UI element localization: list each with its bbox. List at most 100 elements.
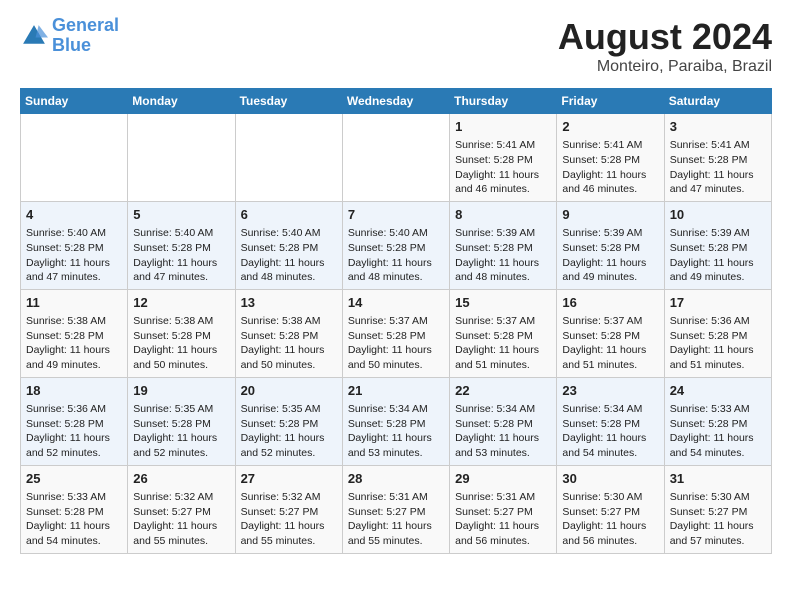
day-info: Sunrise: 5:41 AM xyxy=(455,138,551,153)
day-info: and 52 minutes. xyxy=(241,446,337,461)
calendar-cell: 26Sunrise: 5:32 AMSunset: 5:27 PMDayligh… xyxy=(128,465,235,553)
day-info: Sunset: 5:28 PM xyxy=(670,241,766,256)
day-number: 16 xyxy=(562,294,658,312)
day-info: and 48 minutes. xyxy=(241,270,337,285)
day-info: Daylight: 11 hours xyxy=(241,519,337,534)
calendar-cell: 15Sunrise: 5:37 AMSunset: 5:28 PMDayligh… xyxy=(450,289,557,377)
day-info: Daylight: 11 hours xyxy=(562,256,658,271)
day-info: Daylight: 11 hours xyxy=(26,256,122,271)
day-info: Daylight: 11 hours xyxy=(348,256,444,271)
day-info: Sunset: 5:27 PM xyxy=(348,505,444,520)
day-info: Daylight: 11 hours xyxy=(241,256,337,271)
day-info: Daylight: 11 hours xyxy=(455,256,551,271)
calendar-cell: 4Sunrise: 5:40 AMSunset: 5:28 PMDaylight… xyxy=(21,201,128,289)
day-info: Sunrise: 5:37 AM xyxy=(348,314,444,329)
calendar-cell xyxy=(21,114,128,202)
weekday-header-monday: Monday xyxy=(128,89,235,114)
day-info: Sunrise: 5:36 AM xyxy=(670,314,766,329)
day-info: Daylight: 11 hours xyxy=(348,519,444,534)
day-info: and 51 minutes. xyxy=(455,358,551,373)
calendar-cell: 22 Sunrise: 5:34 AMSunset: 5:28 PMDayligh… xyxy=(450,377,557,465)
day-info: Daylight: 11 hours xyxy=(133,256,229,271)
day-info: and 55 minutes. xyxy=(348,534,444,549)
day-info: and 54 minutes. xyxy=(670,446,766,461)
day-number: 8 xyxy=(455,206,551,224)
day-number: 10 xyxy=(670,206,766,224)
day-info: Sunset: 5:28 PM xyxy=(670,417,766,432)
day-info: Sunset: 5:28 PM xyxy=(455,417,551,432)
day-info: Sunrise: 5:39 AM xyxy=(562,226,658,241)
week-row: 1Sunrise: 5:41 AMSunset: 5:28 PMDaylight… xyxy=(21,114,772,202)
day-info: and 52 minutes. xyxy=(133,446,229,461)
day-number: 7 xyxy=(348,206,444,224)
day-info: Sunset: 5:28 PM xyxy=(670,153,766,168)
day-info: and 51 minutes. xyxy=(670,358,766,373)
day-number: 31 xyxy=(670,470,766,488)
day-info: Sunset: 5:28 PM xyxy=(241,329,337,344)
day-number: 11 xyxy=(26,294,122,312)
day-info: Sunset: 5:28 PM xyxy=(455,241,551,256)
day-number: 3 xyxy=(670,118,766,136)
day-info: Sunrise: 5:41 AM xyxy=(670,138,766,153)
day-info: Daylight: 11 hours xyxy=(562,343,658,358)
day-info: Sunset: 5:28 PM xyxy=(241,417,337,432)
day-number: 25 xyxy=(26,470,122,488)
calendar-cell: 29Sunrise: 5:31 AMSunset: 5:27 PMDayligh… xyxy=(450,465,557,553)
day-info: Sunrise: 5:33 AM xyxy=(670,402,766,417)
day-info: Daylight: 11 hours xyxy=(670,519,766,534)
day-info: and 46 minutes. xyxy=(455,182,551,197)
calendar-cell: 25Sunrise: 5:33 AMSunset: 5:28 PMDayligh… xyxy=(21,465,128,553)
day-info: and 57 minutes. xyxy=(670,534,766,549)
day-info: Sunrise: 5:38 AM xyxy=(241,314,337,329)
day-info: and 52 minutes. xyxy=(26,446,122,461)
calendar-subtitle: Monteiro, Paraiba, Brazil xyxy=(558,58,772,76)
day-info: Sunset: 5:28 PM xyxy=(562,417,658,432)
day-info: and 49 minutes. xyxy=(670,270,766,285)
calendar-cell: 11Sunrise: 5:38 AMSunset: 5:28 PMDayligh… xyxy=(21,289,128,377)
day-info: Sunrise: 5:40 AM xyxy=(133,226,229,241)
calendar-cell: 13Sunrise: 5:38 AMSunset: 5:28 PMDayligh… xyxy=(235,289,342,377)
day-number: 17 xyxy=(670,294,766,312)
weekday-header-thursday: Thursday xyxy=(450,89,557,114)
calendar-cell: 21Sunrise: 5:34 AMSunset: 5:28 PMDayligh… xyxy=(342,377,449,465)
day-info: Sunrise: 5:31 AM xyxy=(348,490,444,505)
day-number: 22 xyxy=(455,382,551,400)
day-number: 30 xyxy=(562,470,658,488)
day-info: and 50 minutes. xyxy=(348,358,444,373)
day-number: 2 xyxy=(562,118,658,136)
day-info: and 55 minutes. xyxy=(241,534,337,549)
day-info: Sunset: 5:28 PM xyxy=(26,417,122,432)
calendar-cell: 5Sunrise: 5:40 AMSunset: 5:28 PMDaylight… xyxy=(128,201,235,289)
day-info: Sunrise: 5:34 AM xyxy=(455,402,551,417)
day-info: and 49 minutes. xyxy=(26,358,122,373)
day-info: Sunrise: 5:37 AM xyxy=(455,314,551,329)
day-info: Sunset: 5:28 PM xyxy=(241,241,337,256)
day-info: Daylight: 11 hours xyxy=(26,431,122,446)
day-info: Daylight: 11 hours xyxy=(670,431,766,446)
logo-general: General xyxy=(52,15,119,35)
day-number: 4 xyxy=(26,206,122,224)
day-info: Sunrise: 5:39 AM xyxy=(455,226,551,241)
day-info: Sunrise: 5:35 AM xyxy=(133,402,229,417)
day-info: Daylight: 11 hours xyxy=(133,431,229,446)
day-info: Daylight: 11 hours xyxy=(455,431,551,446)
day-info: Daylight: 11 hours xyxy=(562,168,658,183)
day-number: 19 xyxy=(133,382,229,400)
day-info: Daylight: 11 hours xyxy=(26,343,122,358)
day-info: and 56 minutes. xyxy=(562,534,658,549)
day-info: and 47 minutes. xyxy=(670,182,766,197)
day-info: Daylight: 11 hours xyxy=(670,343,766,358)
day-info: Daylight: 11 hours xyxy=(348,343,444,358)
logo-icon xyxy=(20,22,48,50)
day-info: Daylight: 11 hours xyxy=(241,343,337,358)
day-number: 23 xyxy=(562,382,658,400)
day-info: Sunrise: 5:37 AM xyxy=(562,314,658,329)
day-info: Sunrise: 5:30 AM xyxy=(562,490,658,505)
calendar-title: August 2024 xyxy=(558,16,772,58)
day-info: and 56 minutes. xyxy=(455,534,551,549)
day-info: Daylight: 11 hours xyxy=(26,519,122,534)
day-info: Sunrise: 5:40 AM xyxy=(241,226,337,241)
weekday-header-tuesday: Tuesday xyxy=(235,89,342,114)
day-info: and 47 minutes. xyxy=(26,270,122,285)
day-info: Sunrise: 5:41 AM xyxy=(562,138,658,153)
